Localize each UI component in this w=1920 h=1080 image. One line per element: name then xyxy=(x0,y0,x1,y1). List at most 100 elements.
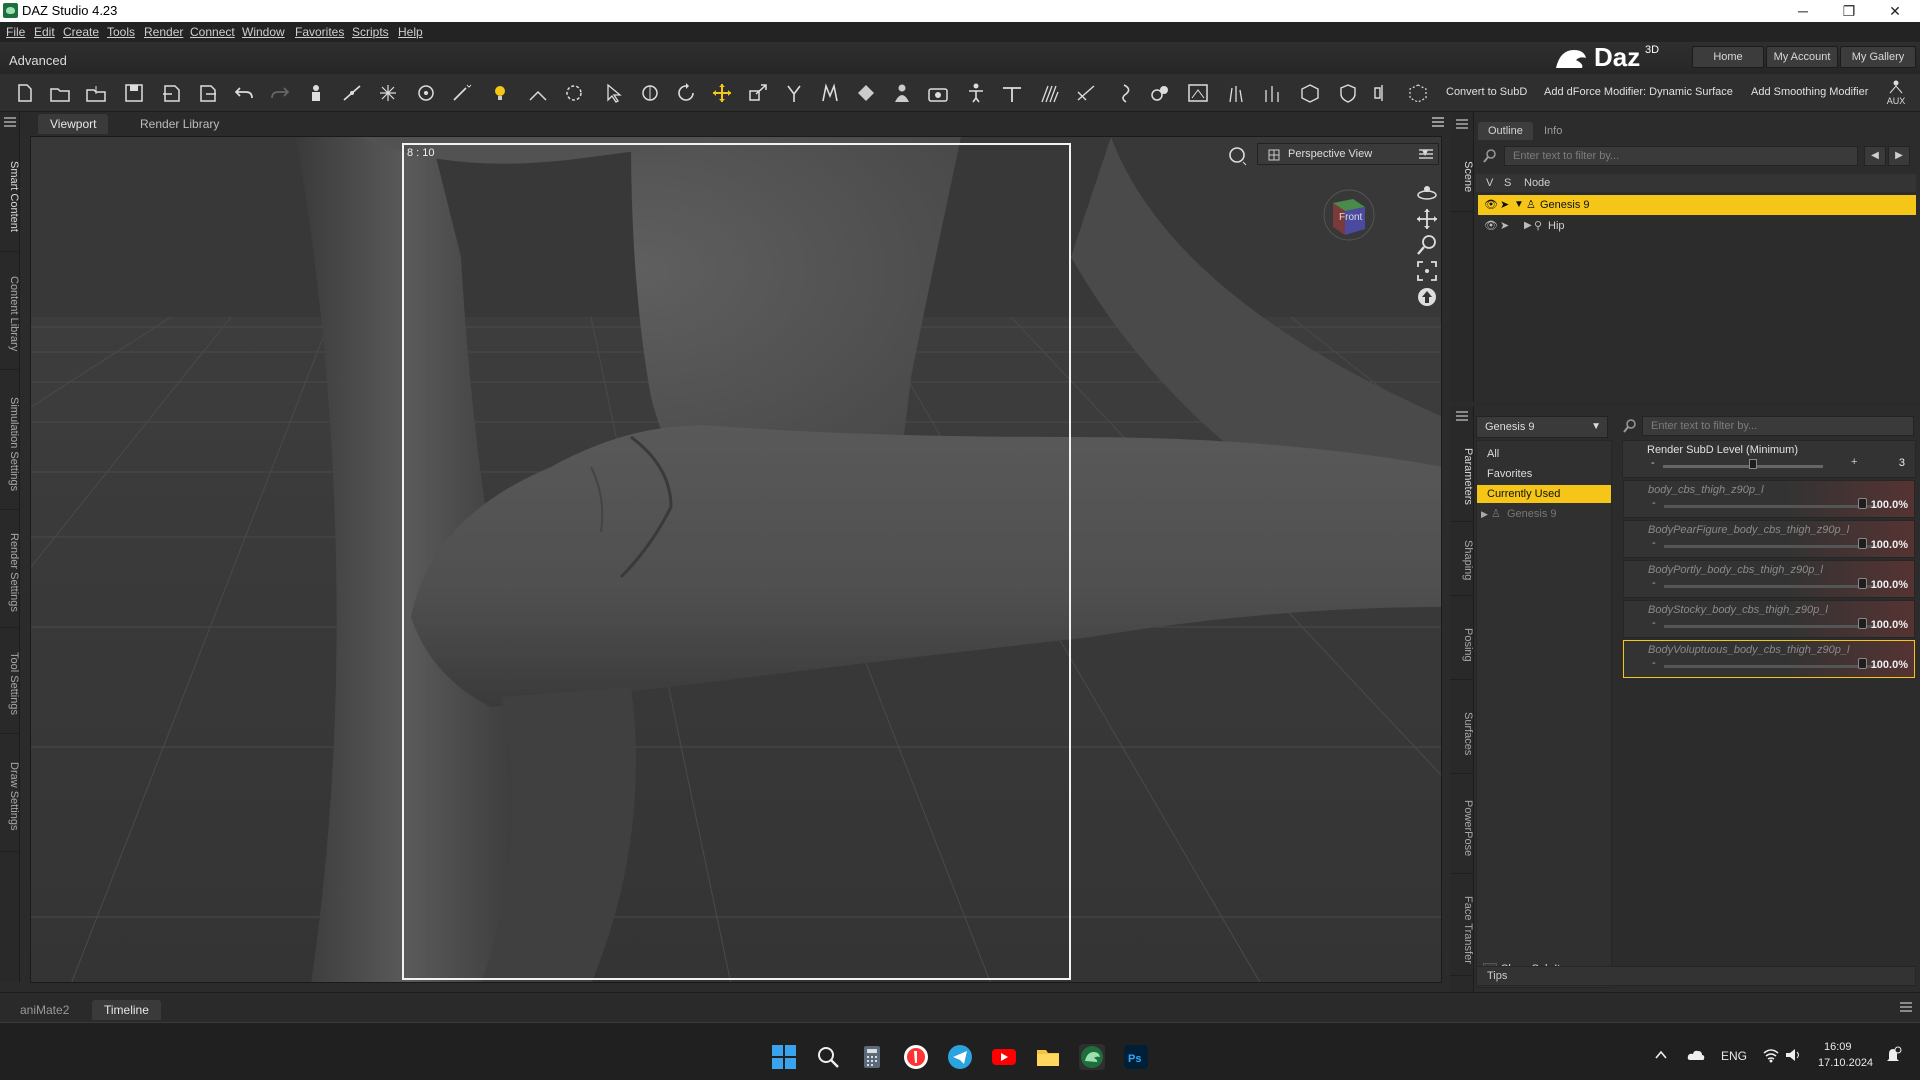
tree-node-genesis9[interactable]: 👁 ➤ ▼ ♙ Genesis 9 xyxy=(1478,195,1916,215)
menu-render[interactable]: Render xyxy=(144,25,183,39)
tab-outline[interactable]: Outline xyxy=(1478,122,1533,140)
convert-to-subd-button[interactable]: Convert to SubD xyxy=(1446,86,1527,98)
chevron-up-icon[interactable] xyxy=(1652,1046,1670,1064)
deformer-icon[interactable] xyxy=(1112,82,1136,104)
camera-reset-icon[interactable] xyxy=(1415,285,1439,309)
merge-icon[interactable] xyxy=(84,82,108,104)
tab-surfaces[interactable]: Surfaces xyxy=(1450,694,1474,774)
add-smoothing-modifier-button[interactable]: Add Smoothing Modifier xyxy=(1751,86,1868,98)
slider-value[interactable]: 100.0% xyxy=(1871,659,1908,671)
menu-favorites[interactable]: Favorites xyxy=(295,25,344,39)
slider-value[interactable]: 100.0% xyxy=(1871,499,1908,511)
grass-icon[interactable] xyxy=(1224,82,1248,104)
tree-node-hip[interactable]: 👁 ➤ ▶ ⚲ Hip xyxy=(1478,216,1916,236)
slider-handle[interactable] xyxy=(1858,578,1867,589)
undo-icon[interactable] xyxy=(232,82,256,104)
export-icon[interactable] xyxy=(196,82,220,104)
slider-value[interactable]: 100.0% xyxy=(1871,579,1908,591)
node-select[interactable]: Genesis 9 ▼ xyxy=(1476,416,1608,438)
slider-track[interactable] xyxy=(1664,585,1879,588)
slider-track[interactable] xyxy=(1664,665,1879,668)
slider-track[interactable] xyxy=(1664,625,1879,628)
add-dforce-modifier-button[interactable]: Add dForce Modifier: Dynamic Surface xyxy=(1544,86,1733,98)
menu-scripts[interactable]: Scripts xyxy=(352,25,389,39)
tab-simulation-settings[interactable]: Simulation Settings xyxy=(0,380,20,510)
tab-powerpose[interactable]: PowerPose xyxy=(1450,784,1474,874)
slider-value[interactable]: 100.0% xyxy=(1871,619,1908,631)
hair-tool-icon[interactable] xyxy=(1038,82,1062,104)
tab-info[interactable]: Info xyxy=(1534,122,1572,140)
tips-bar[interactable]: Tips xyxy=(1476,966,1916,986)
frame-selected-icon[interactable] xyxy=(1415,259,1439,283)
eye-icon[interactable]: 👁 xyxy=(1484,195,1498,215)
tab-posing[interactable]: Posing xyxy=(1450,610,1474,680)
slider-track[interactable] xyxy=(1663,465,1823,468)
volume-icon[interactable] xyxy=(1784,1046,1802,1064)
transform-tool-icon[interactable] xyxy=(526,82,550,104)
my-gallery-button[interactable]: My Gallery xyxy=(1840,46,1916,68)
viewport-options-icon[interactable] xyxy=(1417,147,1435,161)
menu-window[interactable]: Window xyxy=(242,25,285,39)
youtube-icon[interactable] xyxy=(991,1044,1017,1070)
tab-face-transfer[interactable]: Face Transfer xyxy=(1450,884,1474,976)
import-icon[interactable] xyxy=(160,82,184,104)
filter-next-button[interactable]: ▶ xyxy=(1888,146,1910,166)
morph-slider[interactable]: BodyStocky_body_cbs_thigh_z90p_l - 100.0… xyxy=(1623,600,1915,638)
node-selection-icon[interactable] xyxy=(304,82,328,104)
expand-icon[interactable]: ▶ xyxy=(1524,216,1532,236)
daz-studio-taskbar-icon[interactable] xyxy=(1079,1044,1105,1070)
slider-minus[interactable]: - xyxy=(1651,457,1655,469)
windows-start-icon[interactable] xyxy=(771,1044,797,1070)
draw-style-icon[interactable] xyxy=(1227,145,1249,167)
tab-scene[interactable]: Scene xyxy=(1450,142,1474,212)
close-button[interactable]: ✕ xyxy=(1872,0,1918,22)
scatter-icon[interactable] xyxy=(1260,82,1284,104)
geometry-editor-icon[interactable] xyxy=(818,82,842,104)
file-explorer-icon[interactable] xyxy=(1035,1044,1061,1070)
slider-minus[interactable]: - xyxy=(1652,617,1656,629)
rotate-tool-icon[interactable] xyxy=(414,82,438,104)
figure-icon[interactable] xyxy=(890,82,914,104)
menu-help[interactable]: Help xyxy=(398,25,423,39)
photoshop-icon[interactable]: Ps xyxy=(1123,1044,1149,1070)
menu-connect[interactable]: Connect xyxy=(190,25,235,39)
col-visible[interactable]: V xyxy=(1486,174,1493,192)
my-account-button[interactable]: My Account xyxy=(1766,46,1838,68)
params-pane-menu-icon[interactable] xyxy=(1454,410,1470,422)
slider-minus[interactable]: - xyxy=(1652,497,1656,509)
rotate-icon[interactable] xyxy=(674,82,698,104)
cube-icon[interactable] xyxy=(1298,82,1322,104)
orbit-tool-icon[interactable] xyxy=(638,82,662,104)
camera-icon[interactable] xyxy=(926,82,950,104)
slider-track[interactable] xyxy=(1664,505,1879,508)
weight-map-icon[interactable] xyxy=(1148,82,1172,104)
notifications-icon[interactable] xyxy=(1884,1046,1902,1064)
scene-pane-menu-icon[interactable] xyxy=(1454,118,1470,130)
light-bulb-icon[interactable] xyxy=(488,82,512,104)
category-tree-genesis9[interactable]: ▶ ♙ Genesis 9 xyxy=(1477,505,1611,523)
slider-handle[interactable] xyxy=(1858,618,1867,629)
tab-smart-content[interactable]: Smart Content xyxy=(0,142,20,252)
tpose-icon[interactable] xyxy=(1000,82,1024,104)
calculator-icon[interactable] xyxy=(859,1044,885,1070)
slider-track[interactable] xyxy=(1664,545,1879,548)
camera-pan-icon[interactable] xyxy=(1415,207,1439,231)
wifi-icon[interactable] xyxy=(1762,1046,1780,1064)
scene-filter-input[interactable]: Enter text to filter by... xyxy=(1504,146,1858,166)
view-cube[interactable]: Front xyxy=(1323,189,1375,241)
tab-viewport[interactable]: Viewport xyxy=(38,114,109,134)
eye-icon[interactable]: 👁 xyxy=(1484,216,1498,236)
tab-parameters[interactable]: Parameters xyxy=(1450,432,1474,522)
translate-icon[interactable] xyxy=(710,82,734,104)
scene-graph-icon[interactable] xyxy=(1186,82,1210,104)
home-button[interactable]: Home xyxy=(1692,46,1764,68)
pose-figure-icon[interactable] xyxy=(964,82,988,104)
tab-render-library[interactable]: Render Library xyxy=(128,114,231,134)
params-filter-input[interactable]: Enter text to filter by... xyxy=(1642,416,1914,436)
slider-minus[interactable]: - xyxy=(1652,577,1656,589)
telegram-icon[interactable] xyxy=(947,1044,973,1070)
strand-tool-icon[interactable] xyxy=(1074,82,1098,104)
slider-minus[interactable]: - xyxy=(1652,657,1656,669)
save-icon[interactable] xyxy=(122,82,146,104)
new-scene-icon[interactable] xyxy=(12,82,36,104)
